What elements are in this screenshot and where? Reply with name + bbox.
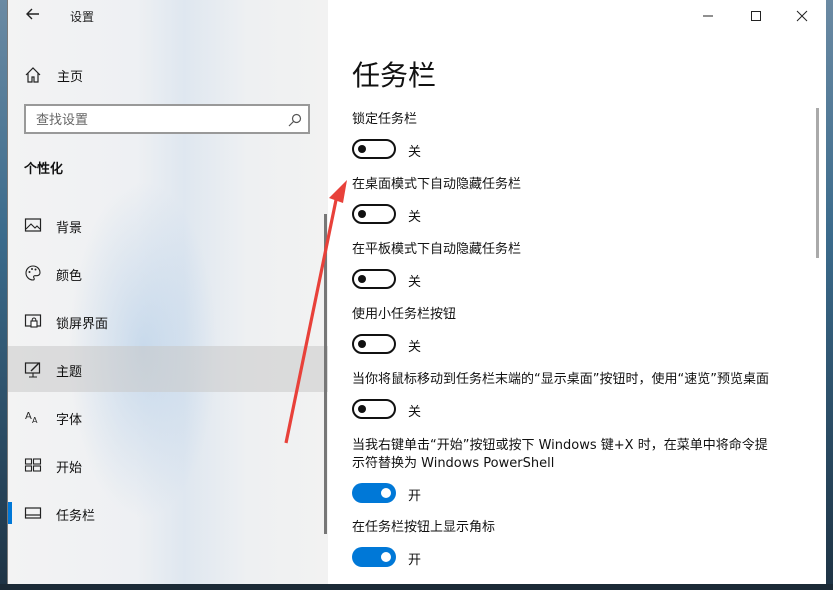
sidebar-item-label: 开始	[56, 461, 83, 476]
page-title: 任务栏	[352, 59, 437, 92]
peek-toggle[interactable]	[352, 399, 396, 419]
palette-icon	[24, 264, 42, 282]
maximize-button[interactable]	[746, 8, 766, 28]
sidebar-item-label: 颜色	[56, 269, 83, 284]
toggle-knob	[358, 145, 366, 153]
sidebar-item-start[interactable]: 开始	[8, 442, 328, 488]
sidebar-item-label: 任务栏	[56, 509, 96, 524]
autohide-tablet-toggle[interactable]	[352, 269, 396, 289]
sidebar-scrollbar[interactable]	[324, 214, 327, 534]
sidebar-item-colors[interactable]: 颜色	[8, 250, 328, 296]
setting-label: 在任务栏按钮上显示角标	[352, 520, 496, 535]
app-title: 设置	[70, 10, 95, 24]
svg-text:A: A	[25, 411, 32, 422]
lock-taskbar-toggle[interactable]	[352, 139, 396, 159]
sidebar: 设置 主页 个性化 背景 颜色	[8, 0, 328, 584]
search-input[interactable]	[26, 106, 288, 134]
selection-indicator	[8, 502, 12, 524]
toggle-knob	[381, 488, 391, 498]
toggle-state-text: 关	[408, 145, 422, 160]
toggle-state-text: 开	[408, 553, 422, 568]
sidebar-item-home[interactable]: 主页	[8, 58, 328, 92]
toggle-knob	[358, 340, 366, 348]
toggle-state-text: 开	[408, 489, 422, 504]
taskbar-icon	[24, 504, 42, 522]
picture-icon	[24, 216, 42, 234]
sidebar-item-themes[interactable]: 主题	[8, 346, 328, 392]
toggle-state-text: 关	[408, 210, 422, 225]
search-box[interactable]	[24, 104, 310, 134]
sidebar-item-label: 主题	[56, 365, 83, 380]
minimize-button[interactable]	[698, 8, 718, 28]
toggle-knob	[358, 405, 366, 413]
sidebar-item-label: 锁屏界面	[56, 317, 109, 332]
sidebar-item-label: 背景	[56, 221, 83, 236]
sidebar-item-background[interactable]: 背景	[8, 202, 328, 248]
taskbar-strip	[0, 584, 833, 590]
badges-toggle[interactable]	[352, 547, 396, 567]
font-icon: AA	[24, 408, 42, 426]
sidebar-item-taskbar[interactable]: 任务栏	[8, 490, 328, 536]
toggle-knob	[381, 552, 391, 562]
start-icon	[24, 456, 42, 474]
setting-label: 锁定任务栏	[352, 112, 418, 127]
window-border	[7, 0, 8, 584]
close-button[interactable]	[792, 8, 812, 28]
setting-label: 使用小任务栏按钮	[352, 307, 457, 322]
lock-screen-icon	[24, 312, 42, 330]
setting-label: 当你将鼠标移动到任务栏末端的“显示桌面”按钮时，使用“速览”预览桌面	[352, 372, 769, 387]
autohide-desktop-toggle[interactable]	[352, 204, 396, 224]
setting-label: 在平板模式下自动隐藏任务栏	[352, 242, 522, 257]
toggle-knob	[358, 275, 366, 283]
setting-label: 在桌面模式下自动隐藏任务栏	[352, 177, 522, 192]
section-title: 个性化	[24, 162, 64, 177]
toggle-state-text: 关	[408, 275, 422, 290]
home-icon	[24, 66, 42, 84]
sidebar-item-lock-screen[interactable]: 锁屏界面	[8, 298, 328, 344]
main-scrollbar[interactable]	[816, 108, 819, 258]
back-arrow-icon[interactable]	[23, 6, 43, 26]
toggle-knob	[358, 210, 366, 218]
settings-window: 设置 主页 个性化 背景 颜色	[8, 0, 826, 584]
toggle-state-text: 关	[408, 405, 422, 420]
svg-text:A: A	[32, 416, 38, 425]
sidebar-item-fonts[interactable]: AA 字体	[8, 394, 328, 440]
main-content: 任务栏 锁定任务栏 关 在桌面模式下自动隐藏任务栏 关 在平板模式下自动隐藏任务…	[328, 0, 826, 584]
powershell-toggle[interactable]	[352, 483, 396, 503]
setting-label: 示符替换为 Windows PowerShell	[352, 456, 555, 471]
toggle-state-text: 关	[408, 340, 422, 355]
setting-label: 当我右键单击“开始”按钮或按下 Windows 键+X 时，在菜单中将命令提	[352, 438, 768, 453]
search-icon[interactable]	[288, 112, 302, 127]
theme-icon	[24, 360, 42, 378]
home-label: 主页	[57, 70, 84, 85]
title-bar-left: 设置	[8, 0, 328, 34]
sidebar-item-label: 字体	[56, 413, 83, 428]
small-buttons-toggle[interactable]	[352, 334, 396, 354]
